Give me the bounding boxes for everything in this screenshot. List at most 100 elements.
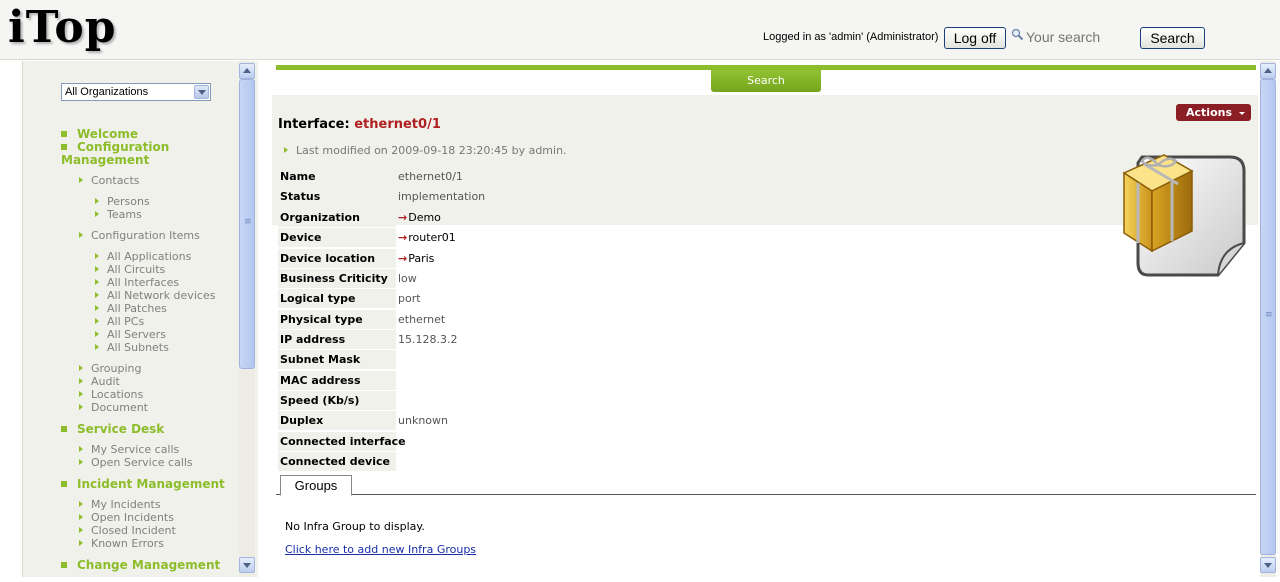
arrow-right-icon <box>79 177 83 183</box>
property-row-duplex: Duplex unknown <box>278 411 448 430</box>
arrow-right-icon <box>95 292 99 298</box>
nav-item-all-patches[interactable]: All Patches <box>95 303 167 315</box>
chevron-down-icon <box>1239 112 1245 115</box>
search-panel-toggle[interactable]: Search <box>711 70 821 92</box>
actions-button[interactable]: Actions <box>1176 104 1251 121</box>
arrow-right-icon <box>79 501 83 507</box>
external-link-arrow-icon: → <box>398 231 408 244</box>
property-row-organization: Organization →Demo <box>278 208 441 227</box>
arrow-right-icon <box>79 446 83 452</box>
arrow-right-icon <box>95 279 99 285</box>
nav-item-all-applications[interactable]: All Applications <box>95 251 191 263</box>
arrow-right-icon <box>79 391 83 397</box>
square-bullet-icon <box>61 131 67 137</box>
arrow-right-icon <box>79 459 83 465</box>
nav-item-my-incidents[interactable]: My Incidents <box>79 499 161 511</box>
arrow-right-icon <box>95 331 99 337</box>
property-row-mac-address: MAC address <box>278 371 398 390</box>
nav-item-known-errors[interactable]: Known Errors <box>79 538 164 550</box>
add-infra-groups-link[interactable]: Click here to add new Infra Groups <box>285 543 476 556</box>
property-row-status: Status implementation <box>278 187 485 206</box>
main-scroll-thumb[interactable] <box>1260 79 1276 555</box>
interface-class-icon <box>1122 154 1246 277</box>
nav-item-all-network-devices[interactable]: All Network devices <box>95 290 215 302</box>
main-scrollbar[interactable] <box>1260 61 1276 577</box>
square-bullet-icon <box>61 481 67 487</box>
nav-item-persons[interactable]: Persons <box>95 196 150 208</box>
logged-in-text: Logged in as 'admin' (Administrator) <box>763 31 939 43</box>
arrow-right-icon <box>95 318 99 324</box>
logoff-button[interactable]: Log off <box>944 27 1006 49</box>
arrow-right-icon <box>79 365 83 371</box>
nav-section-service-desk[interactable]: Service Desk <box>61 423 164 436</box>
scroll-up-icon[interactable] <box>1260 63 1276 79</box>
object-class-label: Interface: <box>278 117 350 132</box>
property-row-device: Device →router01 <box>278 228 456 247</box>
tabs-separator <box>276 494 1256 495</box>
property-row-device-location: Device location →Paris <box>278 249 434 268</box>
page-title: Interface: ethernet0/1 <box>278 117 441 132</box>
tab-groups[interactable]: Groups <box>280 475 352 496</box>
search-button[interactable]: Search <box>1140 27 1205 49</box>
left-navigation-content: All Organizations Welcome Configuration … <box>29 61 239 577</box>
nav-item-all-pcs[interactable]: All PCs <box>95 316 144 328</box>
square-bullet-icon <box>61 562 67 568</box>
search-input[interactable] <box>1026 28 1136 46</box>
arrow-right-icon <box>79 540 83 546</box>
nav-section-configuration-management-line2[interactable]: Management <box>61 154 149 167</box>
device-location-link[interactable]: Paris <box>408 252 434 265</box>
scroll-down-icon[interactable] <box>239 557 255 573</box>
arrow-right-icon <box>79 404 83 410</box>
arrow-right-icon <box>95 198 99 204</box>
arrow-right-icon <box>79 232 83 238</box>
nav-item-teams[interactable]: Teams <box>95 209 142 221</box>
arrow-right-icon <box>284 147 288 153</box>
search-icon <box>1011 28 1024 41</box>
left-nav-scroll-thumb[interactable] <box>239 79 255 369</box>
left-navigation: All Organizations Welcome Configuration … <box>22 61 258 577</box>
arrow-right-icon <box>95 211 99 217</box>
nav-item-open-incidents[interactable]: Open Incidents <box>79 512 174 524</box>
chevron-down-icon[interactable] <box>194 85 209 99</box>
arrow-right-icon <box>79 378 83 384</box>
arrow-right-icon <box>95 344 99 350</box>
square-bullet-icon <box>61 144 67 150</box>
scroll-down-icon[interactable] <box>1260 557 1276 573</box>
arrow-right-icon <box>95 305 99 311</box>
property-row-name: Name ethernet0/1 <box>278 167 463 186</box>
property-row-business-criticity: Business Criticity low <box>278 269 417 288</box>
property-row-subnet-mask: Subnet Mask <box>278 350 398 369</box>
nav-item-all-circuits[interactable]: All Circuits <box>95 264 165 276</box>
nav-section-incident-management[interactable]: Incident Management <box>61 478 225 491</box>
organization-link[interactable]: Demo <box>408 211 441 224</box>
organization-select[interactable]: All Organizations <box>61 83 211 101</box>
left-nav-scrollbar[interactable] <box>239 61 255 577</box>
nav-item-locations[interactable]: Locations <box>79 389 143 401</box>
nav-item-open-service-calls[interactable]: Open Service calls <box>79 457 193 469</box>
nav-item-closed-incident[interactable]: Closed Incident <box>79 525 176 537</box>
device-link[interactable]: router01 <box>408 231 456 244</box>
nav-item-all-servers[interactable]: All Servers <box>95 329 166 341</box>
external-link-arrow-icon: → <box>398 252 408 265</box>
nav-section-change-management[interactable]: Change Management <box>61 559 220 572</box>
scroll-up-icon[interactable] <box>239 63 255 79</box>
object-name: ethernet0/1 <box>354 117 441 132</box>
property-row-connected-interface: Connected interface <box>278 432 406 451</box>
external-link-arrow-icon: → <box>398 211 408 224</box>
nav-item-audit[interactable]: Audit <box>79 376 120 388</box>
nav-item-all-subnets[interactable]: All Subnets <box>95 342 169 354</box>
property-row-speed: Speed (Kb/s) <box>278 391 398 410</box>
nav-item-contacts[interactable]: Contacts <box>79 175 140 187</box>
nav-item-document[interactable]: Document <box>79 402 148 414</box>
last-modified[interactable]: Last modified on 2009-09-18 23:20:45 by … <box>284 144 567 157</box>
global-search <box>1010 26 1136 48</box>
nav-item-my-service-calls[interactable]: My Service calls <box>79 444 179 456</box>
square-bullet-icon <box>61 426 67 432</box>
nav-item-grouping[interactable]: Grouping <box>79 363 142 375</box>
nav-item-configuration-items[interactable]: Configuration Items <box>79 230 200 242</box>
itop-logo[interactable]: iTop <box>8 2 117 53</box>
nav-item-all-interfaces[interactable]: All Interfaces <box>95 277 179 289</box>
arrow-right-icon <box>79 514 83 520</box>
arrow-right-icon <box>95 266 99 272</box>
property-row-logical-type: Logical type port <box>278 289 421 308</box>
